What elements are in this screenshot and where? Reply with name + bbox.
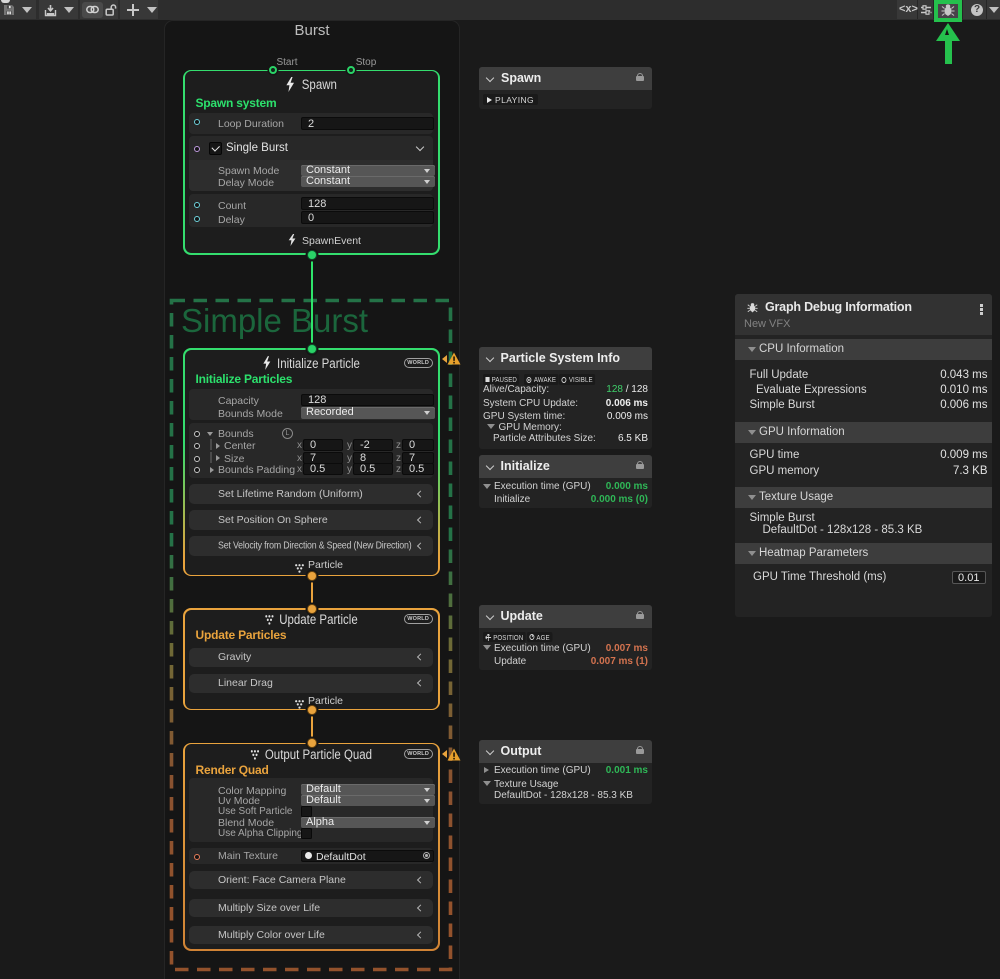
svg-text:Simple Burst: Simple Burst bbox=[181, 302, 368, 339]
